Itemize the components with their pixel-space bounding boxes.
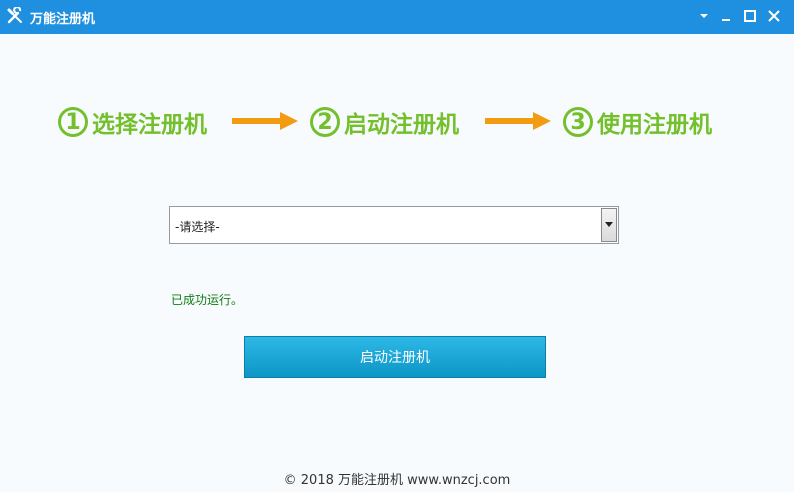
step-3-number: 3 xyxy=(563,107,593,137)
wrench-screwdriver-icon xyxy=(7,7,22,24)
steps-banner: 1 选择注册机 2 启动注册机 3 使用注册机 xyxy=(0,100,794,144)
close-icon[interactable] xyxy=(764,6,784,26)
chevron-down-icon[interactable] xyxy=(601,208,617,242)
minimize-icon[interactable] xyxy=(716,6,736,26)
keygen-select[interactable]: -请选择- xyxy=(169,206,619,244)
dropdown-icon[interactable] xyxy=(694,6,714,26)
arrow-right-icon xyxy=(232,112,298,130)
step-2: 2 启动注册机 xyxy=(310,100,459,144)
step-2-number: 2 xyxy=(310,107,340,137)
start-keygen-button[interactable]: 启动注册机 xyxy=(244,336,546,378)
status-message: 已成功运行。 xyxy=(171,293,244,307)
step-1-number: 1 xyxy=(58,107,88,137)
arrow-right-icon xyxy=(485,112,551,130)
title-bar: 万能注册机 xyxy=(0,0,794,34)
step-3: 3 使用注册机 xyxy=(563,100,712,144)
footer-copyright: © 2018 万能注册机 www.wnzcj.com xyxy=(283,473,511,488)
step-1: 1 选择注册机 xyxy=(58,100,207,144)
maximize-icon[interactable] xyxy=(740,6,760,26)
step-1-label: 选择注册机 xyxy=(92,112,207,138)
window-title: 万能注册机 xyxy=(30,12,96,27)
step-3-label: 使用注册机 xyxy=(597,112,712,138)
select-value: -请选择- xyxy=(175,220,220,234)
step-2-label: 启动注册机 xyxy=(344,112,459,138)
